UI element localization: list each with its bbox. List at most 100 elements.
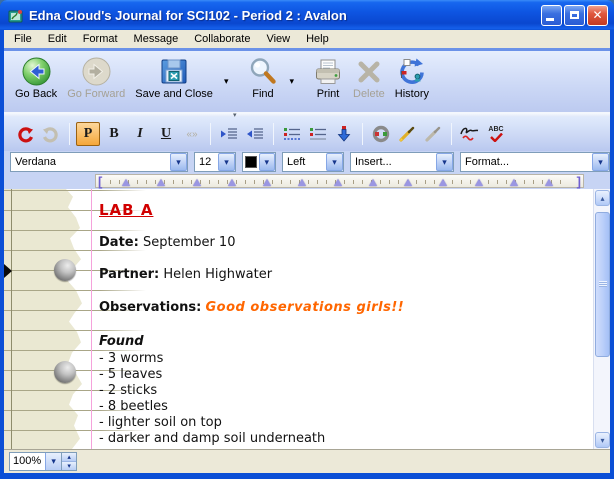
partner-line[interactable]: Partner: Helen Highwater (99, 267, 272, 282)
zoom-spin-up-icon[interactable]: ▴ (62, 453, 76, 462)
find-dropdown-arrow-icon[interactable]: ▾ (283, 76, 300, 87)
tab-stop-marker[interactable] (193, 179, 201, 186)
found-item[interactable]: - 8 beetles (99, 399, 168, 414)
chevron-down-icon[interactable]: ▾ (218, 153, 235, 171)
insert-select[interactable]: Insert... ▾ (350, 152, 454, 172)
plain-style-button[interactable]: P (76, 122, 100, 146)
found-item[interactable]: - 5 leaves (99, 367, 162, 382)
found-item[interactable]: - lighter soil on top (99, 415, 222, 430)
lab-heading[interactable]: LAB A (99, 201, 153, 219)
move-down-button[interactable] (332, 122, 356, 146)
decrease-indent-icon (245, 126, 265, 142)
vertical-scrollbar[interactable]: ▴ ▾ (593, 189, 610, 449)
tab-stop-marker[interactable] (228, 179, 236, 186)
chevron-down-icon[interactable]: ▾ (592, 153, 609, 171)
window-title: Edna Cloud's Journal for SCI102 - Period… (29, 8, 541, 23)
format-painter-gray-icon (424, 125, 442, 143)
right-indent-marker[interactable]: ] (577, 174, 581, 189)
zoom-spin-down-icon[interactable]: ▾ (62, 462, 76, 470)
tab-stop-marker[interactable] (545, 179, 553, 186)
tab-stop-marker[interactable] (475, 179, 483, 186)
bold-button[interactable]: B (102, 122, 126, 146)
format-painter-disabled-button[interactable] (421, 122, 445, 146)
zoom-spinner[interactable]: ▴ ▾ (62, 452, 77, 471)
find-icon (247, 55, 278, 88)
italic-button[interactable]: I (128, 122, 152, 146)
print-button[interactable]: Print (308, 54, 348, 101)
tab-stop-marker[interactable] (263, 179, 271, 186)
tab-stop-marker[interactable] (404, 179, 412, 186)
scroll-up-button[interactable]: ▴ (595, 190, 610, 206)
tab-stop-marker[interactable] (122, 179, 130, 186)
spellcheck-abc-label: ABC (488, 126, 503, 133)
align-select[interactable]: Left ▾ (282, 152, 344, 172)
chevron-down-icon[interactable]: ▾ (326, 153, 343, 171)
history-button[interactable]: History (390, 54, 434, 101)
menu-help[interactable]: Help (298, 32, 337, 46)
chevron-down-icon[interactable]: ▾ (259, 153, 275, 171)
quote-button[interactable]: «» (180, 122, 204, 146)
chevron-down-icon[interactable]: ▾ (436, 153, 453, 171)
menu-collaborate[interactable]: Collaborate (186, 32, 258, 46)
underline-button[interactable]: U (154, 122, 178, 146)
ruler[interactable]: [ ] (95, 174, 584, 188)
sync-button[interactable] (369, 122, 393, 146)
save-dropdown-arrow-icon[interactable]: ▾ (218, 76, 235, 87)
save-and-close-button[interactable]: Save and Close (130, 54, 218, 101)
tab-stop-marker[interactable] (439, 179, 447, 186)
increase-indent-button[interactable] (217, 122, 241, 146)
undo-button[interactable] (13, 122, 37, 146)
find-button[interactable]: Find (242, 54, 283, 101)
spellcheck-check-icon (489, 133, 503, 142)
font-family-select[interactable]: Verdana ▾ (10, 152, 188, 172)
date-line[interactable]: Date: September 10 (99, 235, 235, 250)
menu-file[interactable]: File (6, 32, 40, 46)
tab-stop-marker[interactable] (510, 179, 518, 186)
format-separator (451, 123, 452, 145)
color-swatch-icon (245, 156, 257, 168)
format-select[interactable]: Format... ▾ (460, 152, 610, 172)
menu-edit[interactable]: Edit (40, 32, 75, 46)
scrollbar-thumb[interactable] (595, 212, 610, 357)
found-item[interactable]: - 3 worms (99, 351, 163, 366)
close-icon: ✕ (592, 9, 602, 21)
increase-indent-icon (219, 126, 239, 142)
redo-button[interactable] (39, 122, 63, 146)
find-label: Find (252, 88, 273, 100)
tab-stop-marker[interactable] (369, 179, 377, 186)
numbered-list-button[interactable] (306, 122, 330, 146)
found-item[interactable]: - darker and damp soil underneath (99, 431, 325, 446)
found-heading[interactable]: Found (99, 334, 144, 349)
signature-button[interactable] (458, 122, 482, 146)
decrease-indent-button[interactable] (243, 122, 267, 146)
title-bar[interactable]: Edna Cloud's Journal for SCI102 - Period… (0, 0, 614, 30)
font-size-select[interactable]: 12 ▾ (194, 152, 236, 172)
tab-stop-marker[interactable] (298, 179, 306, 186)
menu-view[interactable]: View (258, 32, 298, 46)
editor-page[interactable]: LAB A Date: September 10 Partner: Helen … (4, 189, 610, 449)
observations-line[interactable]: Observations: Good observations girls!! (99, 300, 404, 315)
left-indent-marker[interactable]: [ (98, 174, 102, 189)
minimize-button[interactable] (541, 5, 562, 26)
close-button[interactable]: ✕ (587, 5, 608, 26)
tab-stop-marker[interactable] (157, 179, 165, 186)
delete-button[interactable]: Delete (348, 54, 390, 101)
go-back-button[interactable]: Go Back (10, 54, 62, 101)
found-item[interactable]: - 2 sticks (99, 383, 157, 398)
zoom-combo[interactable]: 100% ▾ (9, 452, 62, 471)
maximize-button[interactable] (564, 5, 585, 26)
format-painter-button[interactable] (395, 122, 419, 146)
scroll-down-button[interactable]: ▾ (595, 432, 610, 448)
bulleted-list-button[interactable] (280, 122, 304, 146)
go-forward-button[interactable]: Go Forward (62, 54, 130, 101)
font-color-select[interactable]: ▾ (242, 152, 276, 172)
font-size-value: 12 (199, 156, 211, 168)
maximize-icon (570, 11, 579, 19)
menu-message[interactable]: Message (126, 32, 187, 46)
chevron-down-icon[interactable]: ▾ (170, 153, 187, 171)
format-painter-icon (398, 125, 416, 143)
zoom-dropdown-arrow-icon[interactable]: ▾ (45, 453, 61, 470)
spellcheck-button[interactable]: ABC (484, 122, 508, 146)
menu-format[interactable]: Format (75, 32, 126, 46)
tab-stop-marker[interactable] (334, 179, 342, 186)
